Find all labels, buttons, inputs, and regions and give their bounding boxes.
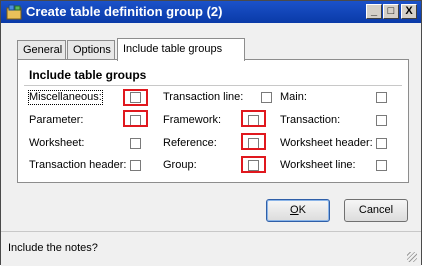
label-transaction-header: Transaction header: xyxy=(29,159,127,171)
dialog-window: Create table definition group (2) _ □ X … xyxy=(0,0,422,266)
checkbox-worksheet[interactable] xyxy=(130,138,141,149)
label-worksheet-header: Worksheet header: xyxy=(280,137,373,149)
resize-grip-icon[interactable] xyxy=(407,252,417,262)
label-framework: Framework: xyxy=(163,114,222,126)
status-bar: Include the notes? xyxy=(1,231,421,266)
label-transaction-line: Transaction line: xyxy=(163,91,244,103)
checkbox-worksheet-header[interactable] xyxy=(376,138,387,149)
group-divider xyxy=(24,85,402,86)
minimize-button[interactable]: _ xyxy=(366,4,382,19)
tab-panel: Include table groups Miscellaneous: Para… xyxy=(17,59,409,183)
checkbox-transaction-header[interactable] xyxy=(130,160,141,171)
checkbox-transaction[interactable] xyxy=(376,115,387,126)
highlight-reference xyxy=(241,133,266,150)
app-icon xyxy=(6,4,22,20)
checkbox-transaction-line[interactable] xyxy=(261,92,272,103)
label-reference: Reference: xyxy=(163,137,217,149)
label-parameter: Parameter: xyxy=(29,114,84,126)
ok-label-rest: K xyxy=(298,204,306,216)
title-bar[interactable]: Create table definition group (2) _ □ X xyxy=(1,1,421,23)
tab-general[interactable]: General xyxy=(17,40,66,59)
checkbox-main[interactable] xyxy=(376,92,387,103)
tab-options[interactable]: Options xyxy=(67,40,115,59)
group-title: Include table groups xyxy=(29,68,147,82)
highlight-parameter xyxy=(123,110,148,127)
tab-include-table-groups[interactable]: Include table groups xyxy=(117,38,245,61)
maximize-button[interactable]: □ xyxy=(383,4,399,19)
window-title: Create table definition group (2) xyxy=(26,4,223,19)
label-main: Main: xyxy=(280,91,307,103)
label-worksheet-line: Worksheet line: xyxy=(280,159,356,171)
close-button[interactable]: X xyxy=(401,4,417,19)
label-worksheet: Worksheet: xyxy=(29,137,85,149)
highlight-group xyxy=(241,156,266,173)
label-group: Group: xyxy=(163,159,197,171)
label-transaction: Transaction: xyxy=(280,114,341,126)
checkbox-worksheet-line[interactable] xyxy=(376,160,387,171)
ok-button[interactable]: OK xyxy=(266,199,330,222)
status-text: Include the notes? xyxy=(8,242,98,254)
cancel-button[interactable]: Cancel xyxy=(344,199,408,222)
label-miscellaneous: Miscellaneous: xyxy=(28,90,103,105)
highlight-framework xyxy=(241,110,266,127)
highlight-miscellaneous xyxy=(123,89,148,106)
ok-mnemonic: O xyxy=(290,204,299,216)
